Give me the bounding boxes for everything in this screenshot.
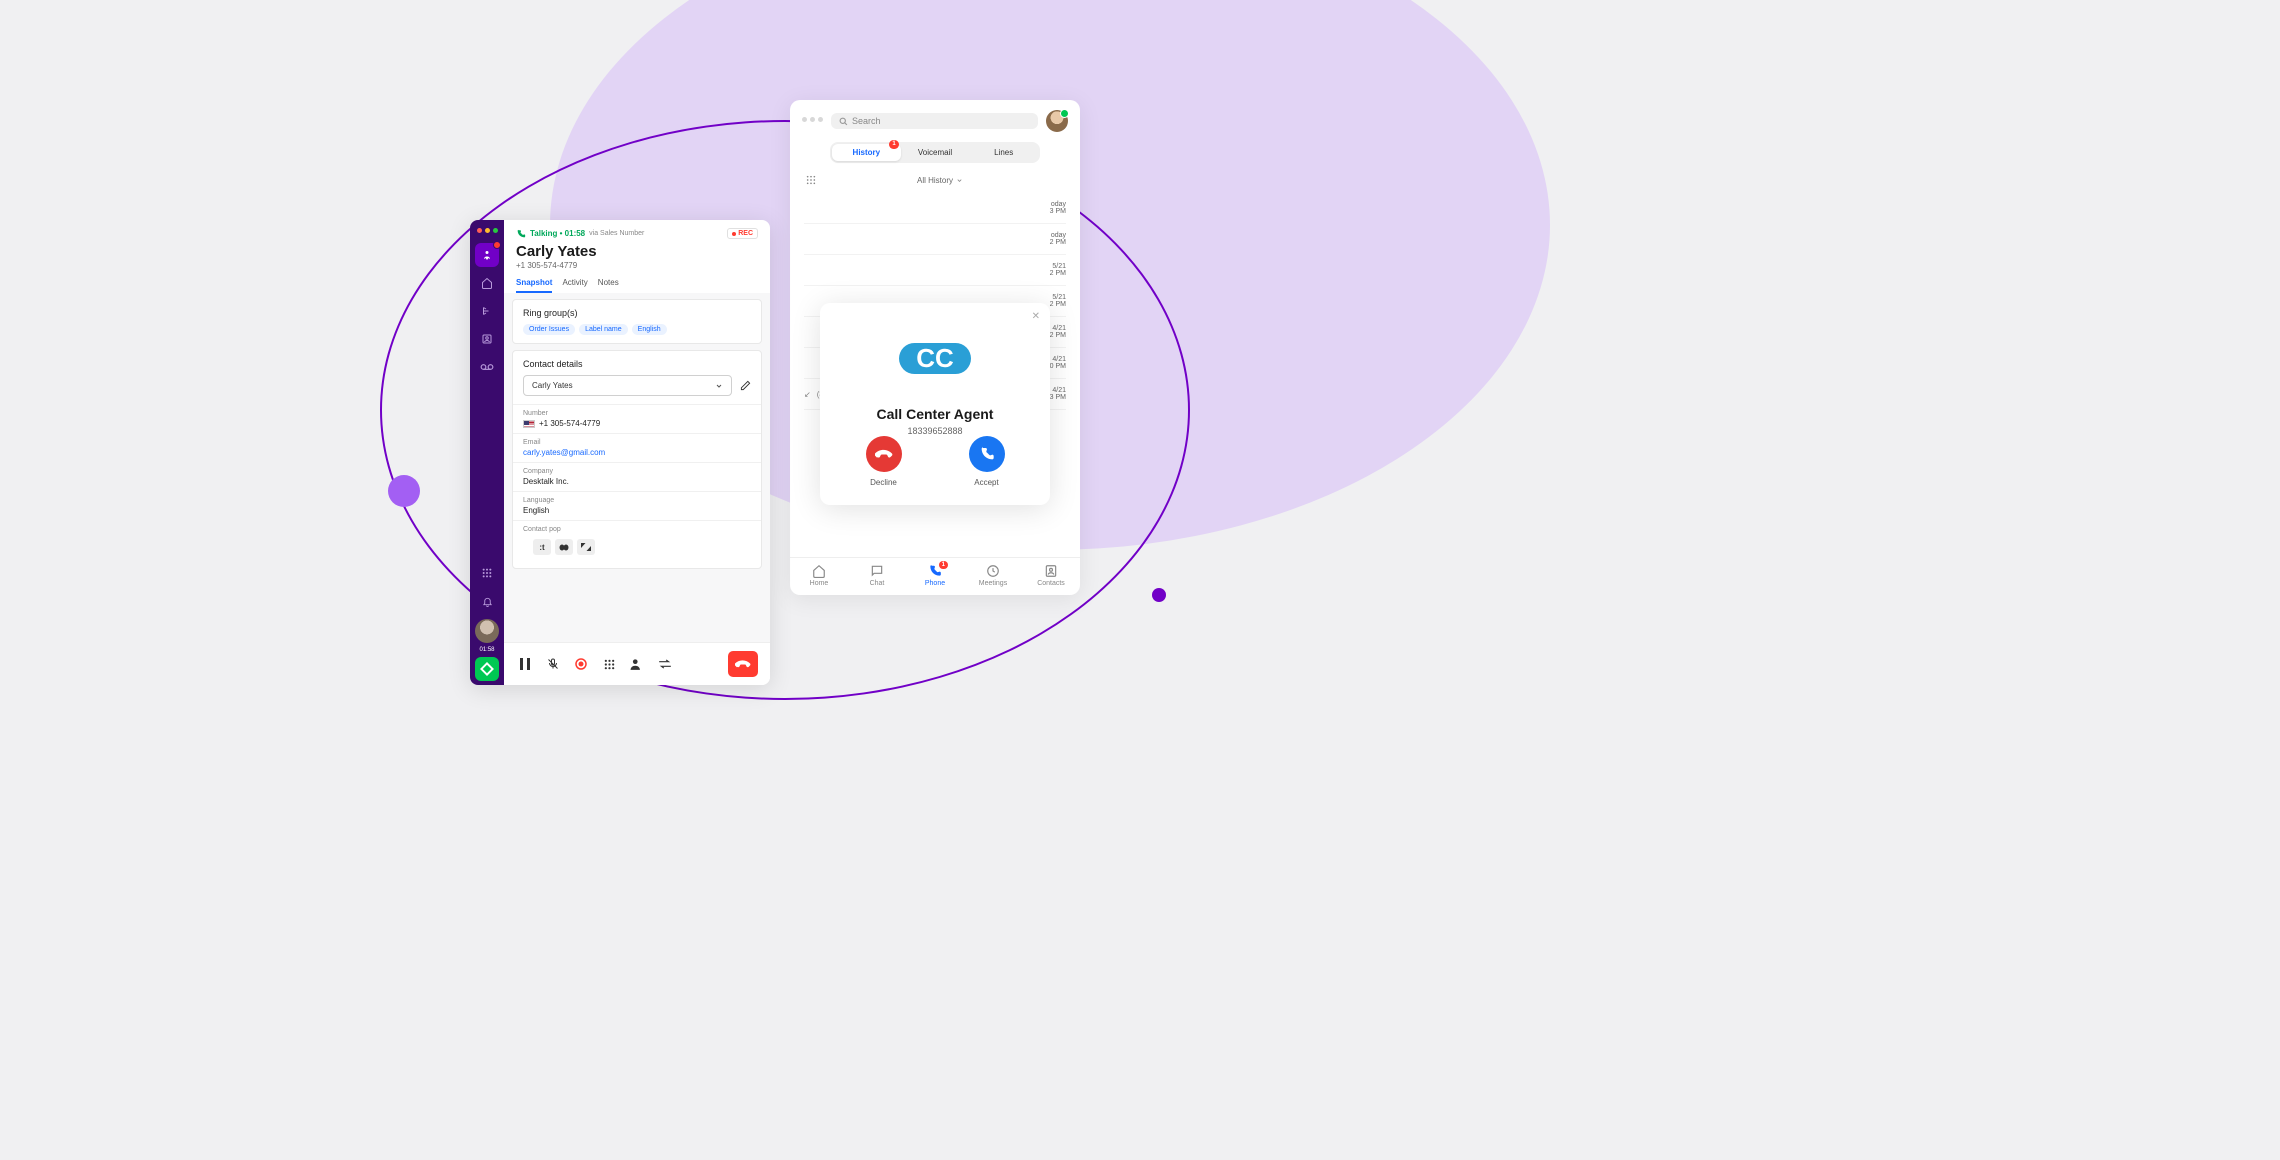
tab-notes[interactable]: Notes xyxy=(598,278,619,293)
nav-phone[interactable]: 1 Phone xyxy=(906,564,964,587)
search-icon xyxy=(839,117,848,126)
decline-label: Decline xyxy=(870,478,897,487)
mute-button[interactable] xyxy=(544,655,562,673)
caller-name: Carly Yates xyxy=(516,243,758,260)
incoming-caller-name: Call Center Agent xyxy=(877,406,994,422)
app2-header: Search xyxy=(790,100,1080,142)
chip[interactable]: Label name xyxy=(579,324,628,335)
tab-snapshot[interactable]: Snapshot xyxy=(516,278,552,293)
badge: 1 xyxy=(939,561,948,569)
detail-language: Language English xyxy=(513,491,761,520)
edit-icon[interactable] xyxy=(740,380,751,391)
nav-meetings[interactable]: Meetings xyxy=(964,564,1022,587)
integration-icon[interactable] xyxy=(555,539,573,555)
caller-avatar: CC xyxy=(899,343,971,374)
add-participant-button[interactable] xyxy=(628,655,646,673)
ring-groups-card: Ring group(s) Order Issues Label name En… xyxy=(512,299,762,344)
sidebar-user-status[interactable]: 01:58 xyxy=(475,615,499,653)
detail-company: Company Desktalk Inc. xyxy=(513,462,761,491)
pause-button[interactable] xyxy=(516,655,534,673)
history-item[interactable]: 5/212 PM xyxy=(804,255,1066,286)
sidebar-item-agent[interactable] xyxy=(475,243,499,267)
detail-email: Email carly.yates@gmail.com xyxy=(513,433,761,462)
close-icon[interactable]: ✕ xyxy=(1032,311,1040,322)
bottom-nav: Home Chat 1 Phone Meetings Contacts xyxy=(790,557,1080,595)
incoming-call-modal: ✕ CC Call Center Agent 18339652888 Decli… xyxy=(820,303,1050,505)
tab-lines[interactable]: Lines xyxy=(969,144,1038,161)
badge: 1 xyxy=(889,140,898,149)
hangup-button[interactable] xyxy=(728,651,758,677)
incoming-caller-number: 18339652888 xyxy=(907,426,962,436)
sidebar-status-indicator[interactable] xyxy=(475,657,499,681)
sidebar-item-queue[interactable] xyxy=(475,299,499,323)
sidebar: 01:58 xyxy=(470,220,504,685)
us-flag-icon xyxy=(523,420,535,428)
scroll-body[interactable]: Ring group(s) Order Issues Label name En… xyxy=(504,293,770,642)
sidebar-item-apps[interactable] xyxy=(475,561,499,585)
accept-button[interactable] xyxy=(969,436,1005,472)
window-controls[interactable] xyxy=(802,113,823,130)
decline-button[interactable] xyxy=(866,436,902,472)
status-talking: Talking • 01:58 xyxy=(530,229,585,238)
history-item[interactable]: oday2 PM xyxy=(804,224,1066,255)
detail-contact-pop: Contact pop :t xyxy=(513,520,761,568)
main-panel: Talking • 01:58 via Sales Number REC Car… xyxy=(504,220,770,685)
ring-groups-title: Ring group(s) xyxy=(513,300,761,324)
integration-icon[interactable]: :t xyxy=(533,539,551,555)
nav-chat[interactable]: Chat xyxy=(848,564,906,587)
contact-details-card: Contact details Carly Yates Number +1 30… xyxy=(512,350,762,569)
record-button[interactable] xyxy=(572,655,590,673)
tab-voicemail[interactable]: Voicemail xyxy=(901,144,970,161)
sidebar-timer: 01:58 xyxy=(475,647,499,653)
sidebar-item-notifications[interactable] xyxy=(475,589,499,613)
segment-tabs: History1 Voicemail Lines xyxy=(830,142,1040,163)
tab-activity[interactable]: Activity xyxy=(562,278,587,293)
dialpad-icon[interactable] xyxy=(806,175,816,185)
sidebar-item-home[interactable] xyxy=(475,271,499,295)
contact-select[interactable]: Carly Yates xyxy=(523,375,732,396)
window-controls[interactable] xyxy=(477,224,498,241)
history-filter[interactable]: All History xyxy=(816,176,1064,185)
nav-contacts[interactable]: Contacts xyxy=(1022,564,1080,587)
transfer-button[interactable] xyxy=(656,655,674,673)
chevron-down-icon xyxy=(715,382,723,390)
call-control-bar xyxy=(504,642,770,685)
call-header: Talking • 01:58 via Sales Number REC Car… xyxy=(504,220,770,270)
recording-indicator[interactable]: REC xyxy=(727,228,758,239)
detail-tabs: Snapshot Activity Notes xyxy=(504,270,770,293)
chip[interactable]: Order Issues xyxy=(523,324,575,335)
status-via: via Sales Number xyxy=(589,230,644,237)
history-item[interactable]: oday3 PM xyxy=(804,193,1066,224)
avatar[interactable] xyxy=(1046,110,1068,132)
caller-phone: +1 305-574-4779 xyxy=(516,261,758,270)
search-input[interactable]: Search xyxy=(831,113,1038,129)
history-list: oday3 PM oday2 PM 5/212 PM 5/212 PM 4/21… xyxy=(790,193,1080,557)
incoming-call-icon: ↙ xyxy=(804,390,811,399)
phone-active-icon xyxy=(516,229,526,239)
chip[interactable]: English xyxy=(632,324,667,335)
dialer-app-window: 01:58 Talking • 01:58 via Sales Number R… xyxy=(470,220,770,685)
keypad-button[interactable] xyxy=(600,655,618,673)
sidebar-item-contacts[interactable] xyxy=(475,327,499,351)
integration-icon[interactable] xyxy=(577,539,595,555)
detail-number: Number +1 305-574-4779 xyxy=(513,404,761,433)
contact-details-title: Contact details xyxy=(513,351,761,375)
sidebar-item-voicemail[interactable] xyxy=(475,355,499,379)
avatar xyxy=(475,619,499,643)
nav-home[interactable]: Home xyxy=(790,564,848,587)
accept-label: Accept xyxy=(974,478,998,487)
softphone-app-window: Search History1 Voicemail Lines All Hist… xyxy=(790,100,1080,595)
tab-history[interactable]: History1 xyxy=(832,144,901,161)
